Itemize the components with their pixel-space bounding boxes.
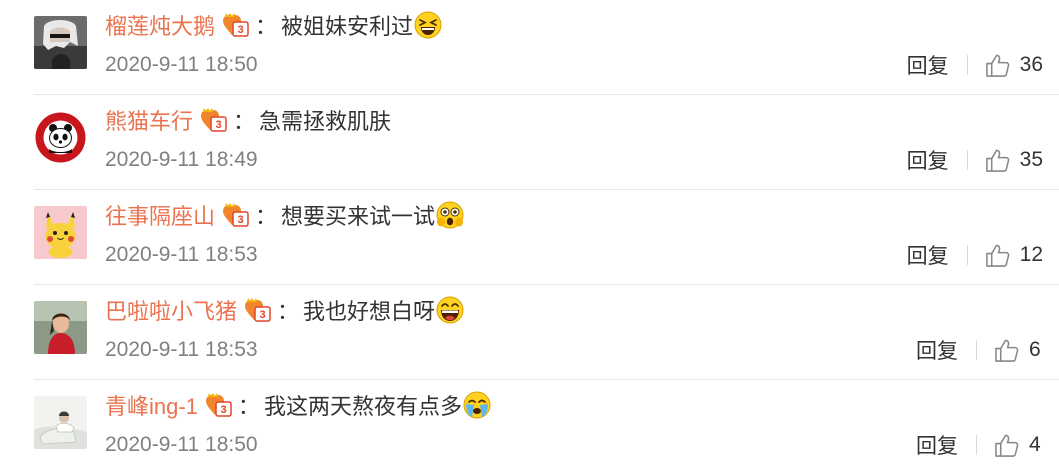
comment-text: 想要买来试一试	[281, 204, 436, 229]
comment-line: 巴啦啦小飞猪 ： 我也好想白呀	[105, 293, 464, 327]
avatar[interactable]	[34, 206, 87, 259]
like-button[interactable]: 35	[985, 148, 1043, 173]
colon: ：	[277, 299, 300, 324]
photo-avatar	[34, 396, 87, 449]
comment-line: 往事隔座山 ： 想要买来试一试	[105, 198, 464, 232]
person-photo-avatar	[34, 301, 87, 354]
comment-text: 我这两天熬夜有点多	[263, 394, 462, 419]
timestamp: 2020-9-11 18:50	[105, 433, 258, 456]
timestamp: 2020-9-11 18:50	[105, 53, 258, 76]
grinning-face-emoji-icon	[436, 296, 464, 324]
username[interactable]: 巴啦啦小飞猪	[105, 294, 237, 326]
username[interactable]: 往事隔座山	[105, 199, 215, 231]
panda-dealership-logo-avatar	[34, 111, 87, 164]
timestamp: 2020-9-11 18:49	[105, 148, 258, 171]
colon: ：	[233, 109, 256, 134]
comment-item: 青峰ing-1 ： 我这两天熬夜有点多 2020-9-11 18:50 回复 4	[0, 380, 1059, 475]
avatar[interactable]	[34, 16, 87, 69]
comment-item: 往事隔座山 ： 想要买来试一试 2020-9-11 18:53 回复 12	[0, 190, 1059, 285]
thumbs-up-icon	[994, 338, 1019, 363]
like-button[interactable]: 4	[994, 433, 1043, 458]
divider	[976, 340, 977, 360]
like-count: 6	[1029, 338, 1041, 361]
reply-button[interactable]: 回复	[907, 50, 949, 80]
divider	[966, 245, 968, 265]
comment-item: 榴莲炖大鹅 ： 被姐妹安利过 2020-9-11 18:50 回复 36	[0, 0, 1059, 95]
shocked-face-emoji-icon	[436, 201, 464, 229]
comment-actions: 回复 4	[916, 430, 1043, 460]
like-button[interactable]: 12	[985, 243, 1043, 268]
divider	[976, 435, 977, 455]
vip-badge-icon[interactable]	[221, 12, 251, 38]
comment-actions: 回复 12	[907, 240, 1043, 270]
comment-line: 榴莲炖大鹅 ： 被姐妹安利过	[105, 8, 442, 42]
comment-actions: 回复 6	[916, 335, 1043, 365]
timestamp: 2020-9-11 18:53	[105, 338, 258, 361]
pikachu-avatar	[34, 206, 87, 259]
like-count: 35	[1019, 148, 1043, 171]
avatar[interactable]	[34, 396, 87, 449]
like-count: 36	[1019, 53, 1043, 76]
vip-badge-icon[interactable]	[221, 202, 251, 228]
comment-text: 被姐妹安利过	[281, 14, 414, 39]
divider	[966, 55, 968, 75]
crying-face-emoji-icon	[463, 391, 491, 419]
colon: ：	[255, 204, 278, 229]
laughing-squint-emoji-icon	[414, 11, 442, 39]
thumbs-up-icon	[985, 53, 1010, 78]
comment-line: 青峰ing-1 ： 我这两天熬夜有点多	[105, 388, 491, 422]
reply-button[interactable]: 回复	[907, 145, 949, 175]
username[interactable]: 榴莲炖大鹅	[105, 9, 215, 41]
comment-item: 熊猫车行 ： 急需拯救肌肤 2020-9-11 18:49 回复 35	[0, 95, 1059, 190]
comment-actions: 回复 35	[907, 145, 1043, 175]
colon: ：	[255, 14, 278, 39]
comment-line: 熊猫车行 ： 急需拯救肌肤	[105, 103, 391, 137]
comment-text: 我也好想白呀	[303, 299, 436, 324]
username[interactable]: 青峰ing-1	[105, 389, 198, 421]
vip-badge-icon[interactable]	[199, 107, 229, 133]
reply-button[interactable]: 回复	[907, 240, 949, 270]
timestamp: 2020-9-11 18:53	[105, 243, 258, 266]
anime-character-avatar	[34, 16, 87, 69]
avatar[interactable]	[34, 301, 87, 354]
vip-badge-icon[interactable]	[243, 297, 273, 323]
colon: ：	[237, 394, 260, 419]
comment-item: 巴啦啦小飞猪 ： 我也好想白呀 2020-9-11 18:53 回复 6	[0, 285, 1059, 380]
comment-text: 急需拯救肌肤	[259, 109, 392, 134]
thumbs-up-icon	[994, 433, 1019, 458]
thumbs-up-icon	[985, 148, 1010, 173]
comment-actions: 回复 36	[907, 50, 1043, 80]
vip-badge-icon[interactable]	[204, 392, 234, 418]
reply-button[interactable]: 回复	[916, 430, 958, 460]
username[interactable]: 熊猫车行	[105, 104, 193, 136]
like-button[interactable]: 6	[994, 338, 1043, 363]
like-count: 12	[1019, 243, 1043, 266]
like-count: 4	[1029, 433, 1041, 456]
thumbs-up-icon	[985, 243, 1010, 268]
avatar[interactable]	[34, 111, 87, 164]
divider	[966, 150, 968, 170]
reply-button[interactable]: 回复	[916, 335, 958, 365]
like-button[interactable]: 36	[985, 53, 1043, 78]
